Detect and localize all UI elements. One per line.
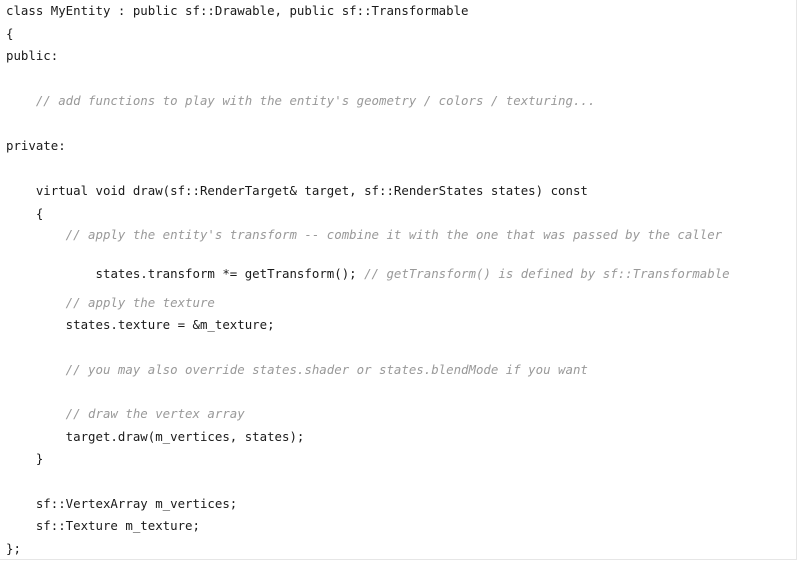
code-line-texture-member: sf::Texture m_texture; (6, 518, 200, 533)
code-comment-add-functions: // add functions to play with the entity… (6, 93, 596, 108)
code-comment-apply-texture: // apply the texture (6, 295, 215, 310)
code-block: class MyEntity : public sf::Drawable, pu… (0, 0, 797, 560)
code-line-class-declaration: class MyEntity : public sf::Drawable, pu… (6, 3, 469, 18)
code-line-draw-signature: virtual void draw(sf::RenderTarget& targ… (6, 183, 588, 198)
code-comment-override-shader: // you may also override states.shader o… (6, 362, 588, 377)
code-line-transform-statement: states.transform *= getTransform(); // g… (6, 250, 730, 298)
code-statement-transform: states.transform *= getTransform(); (35, 266, 357, 281)
code-line-private: private: (6, 138, 66, 153)
code-line-close-brace-draw: } (6, 451, 44, 466)
code-line-open-brace-draw: { (6, 206, 44, 221)
code-line-close-class: }; (6, 541, 21, 556)
code-line-open-brace: { (6, 26, 14, 41)
code-comment-draw-vertex-array: // draw the vertex array (6, 406, 245, 421)
code-line-vertex-array-member: sf::VertexArray m_vertices; (6, 496, 238, 511)
code-comment-apply-transform: // apply the entity's transform -- combi… (6, 227, 723, 242)
code-line-public: public: (6, 48, 59, 63)
code-line-texture-statement: states.texture = &m_texture; (6, 317, 275, 332)
code-comment-get-transform: // getTransform() is defined by sf::Tran… (356, 266, 730, 281)
code-line-target-draw: target.draw(m_vertices, states); (6, 429, 305, 444)
